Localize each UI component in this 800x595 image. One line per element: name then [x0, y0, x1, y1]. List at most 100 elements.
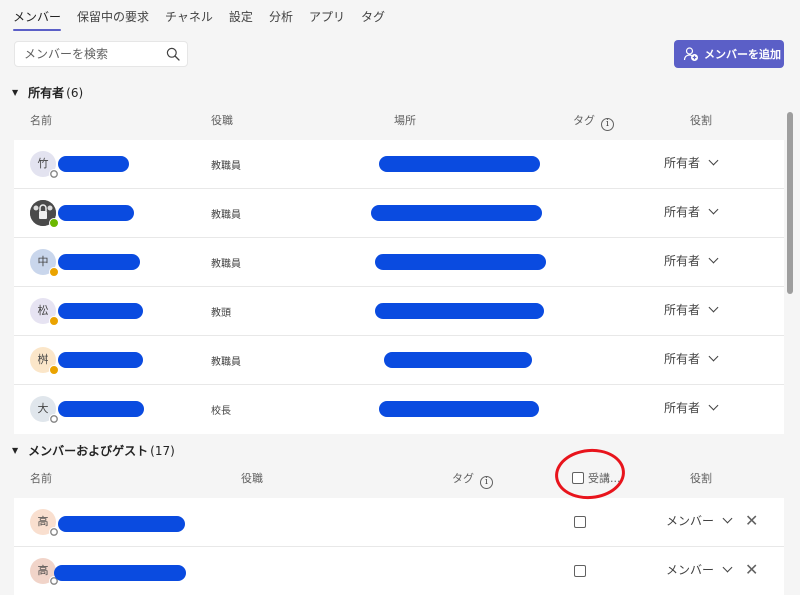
- table-row[interactable]: 桝 教職員 所有者: [14, 336, 784, 385]
- chevron-down-icon: [708, 400, 719, 411]
- column-header-attend: 受講...: [572, 470, 621, 486]
- redacted-location: [375, 303, 544, 319]
- search-icon[interactable]: [166, 47, 180, 61]
- redacted-name: [54, 565, 186, 581]
- tab-pending-requests[interactable]: 保留中の要求: [77, 9, 149, 31]
- role-label: 所有者: [664, 205, 701, 219]
- tab-bar: メンバー 保留中の要求 チャネル 設定 分析 アプリ タグ: [13, 9, 401, 31]
- tab-analytics[interactable]: 分析: [269, 9, 293, 31]
- redacted-location: [379, 401, 539, 417]
- table-row[interactable]: 大 校長 所有者: [14, 385, 784, 434]
- scrollbar-thumb[interactable]: [787, 112, 793, 294]
- table-row[interactable]: 竹 教職員 所有者: [14, 140, 784, 189]
- owners-table: 竹 教職員 所有者 教職員 所有者 中 教職員 所有者 松 教頭 所有者 桝 教…: [14, 140, 784, 434]
- attendance-checkbox[interactable]: [574, 565, 586, 577]
- avatar[interactable]: 竹: [30, 151, 59, 179]
- role-label: メンバー: [666, 514, 715, 528]
- tab-settings[interactable]: 設定: [229, 9, 253, 31]
- column-header-tags: タグ i: [452, 470, 493, 489]
- add-member-label: メンバーを追加: [704, 48, 781, 61]
- chevron-down-icon: [722, 562, 733, 573]
- redacted-name: [58, 156, 129, 172]
- role-label: 所有者: [664, 352, 701, 366]
- role-label: 所有者: [664, 254, 701, 268]
- column-header-location: 場所: [394, 114, 416, 127]
- presence-away-icon: [49, 316, 59, 326]
- table-row[interactable]: 松 教頭 所有者: [14, 287, 784, 336]
- member-title: 校長: [211, 406, 231, 417]
- chevron-down-icon: [708, 253, 719, 264]
- presence-offline-icon: [49, 169, 59, 179]
- avatar[interactable]: 松: [30, 298, 59, 326]
- search-input[interactable]: [15, 42, 155, 66]
- chevron-down-icon: [708, 155, 719, 166]
- collapse-caret-icon[interactable]: ▼: [12, 446, 18, 455]
- presence-offline-icon: [49, 414, 59, 424]
- select-all-checkbox[interactable]: [572, 472, 584, 484]
- avatar[interactable]: [30, 200, 59, 228]
- redacted-location: [375, 254, 546, 270]
- role-label: 所有者: [664, 401, 701, 415]
- avatar-initial: 中: [37, 255, 49, 268]
- presence-offline-icon: [49, 527, 59, 537]
- table-row[interactable]: 高 メンバー ✕: [14, 498, 784, 547]
- owners-section-header: ▼ 所有者 (6): [12, 84, 83, 101]
- avatar[interactable]: 大: [30, 396, 59, 424]
- redacted-name: [58, 303, 143, 319]
- presence-available-icon: [49, 218, 59, 228]
- redacted-location: [384, 352, 532, 368]
- role-dropdown[interactable]: 所有者: [664, 350, 719, 367]
- presence-away-icon: [49, 365, 59, 375]
- table-row[interactable]: 中 教職員 所有者: [14, 238, 784, 287]
- avatar[interactable]: 中: [30, 249, 59, 277]
- members-section-header: ▼ メンバーおよびゲスト (17): [12, 442, 175, 459]
- collapse-caret-icon[interactable]: ▼: [12, 88, 18, 97]
- tab-apps[interactable]: アプリ: [309, 9, 345, 31]
- remove-member-close-icon[interactable]: ✕: [745, 512, 758, 530]
- member-title: 教職員: [211, 161, 241, 172]
- table-row[interactable]: 教職員 所有者: [14, 189, 784, 238]
- role-dropdown[interactable]: 所有者: [664, 301, 719, 318]
- column-header-name: 名前: [30, 472, 52, 485]
- avatar[interactable]: 桝: [30, 347, 59, 375]
- redacted-name: [58, 205, 134, 221]
- role-dropdown[interactable]: メンバー: [666, 561, 733, 578]
- members-count: (17): [150, 443, 175, 458]
- chevron-down-icon: [708, 302, 719, 313]
- owners-count: (6): [66, 85, 84, 100]
- chevron-down-icon: [708, 204, 719, 215]
- column-header-role: 役割: [690, 114, 712, 127]
- tab-channels[interactable]: チャネル: [165, 9, 213, 31]
- role-label: 所有者: [664, 303, 701, 317]
- avatar[interactable]: 高: [30, 558, 59, 586]
- redacted-location: [371, 205, 542, 221]
- avatar-initial: 高: [37, 515, 49, 528]
- role-label: メンバー: [666, 563, 715, 577]
- tab-tags[interactable]: タグ: [361, 9, 385, 31]
- owners-section-title: 所有者: [28, 86, 65, 100]
- role-dropdown[interactable]: 所有者: [664, 203, 719, 220]
- redacted-name: [58, 254, 140, 270]
- column-header-tags: タグ i: [573, 112, 614, 131]
- role-dropdown[interactable]: メンバー: [666, 512, 733, 529]
- members-table: 高 メンバー ✕ 高 メンバー ✕: [14, 498, 784, 595]
- table-row[interactable]: 高 メンバー ✕: [14, 547, 784, 595]
- column-header-title: 役職: [211, 114, 233, 127]
- chevron-down-icon: [708, 351, 719, 362]
- info-icon[interactable]: i: [601, 118, 614, 131]
- role-dropdown[interactable]: 所有者: [664, 252, 719, 269]
- info-icon[interactable]: i: [480, 476, 493, 489]
- add-member-button[interactable]: メンバーを追加: [674, 40, 784, 68]
- remove-member-close-icon[interactable]: ✕: [745, 561, 758, 579]
- redacted-name: [58, 516, 185, 532]
- column-header-tags-label: タグ: [573, 114, 595, 127]
- avatar[interactable]: 高: [30, 509, 59, 537]
- tab-members[interactable]: メンバー: [13, 9, 62, 31]
- redacted-name: [58, 401, 144, 417]
- avatar-initial: 竹: [37, 157, 49, 170]
- member-title: 教頭: [211, 308, 231, 319]
- avatar-initial: 高: [37, 564, 49, 577]
- role-dropdown[interactable]: 所有者: [664, 154, 719, 171]
- attendance-checkbox[interactable]: [574, 516, 586, 528]
- role-dropdown[interactable]: 所有者: [664, 399, 719, 416]
